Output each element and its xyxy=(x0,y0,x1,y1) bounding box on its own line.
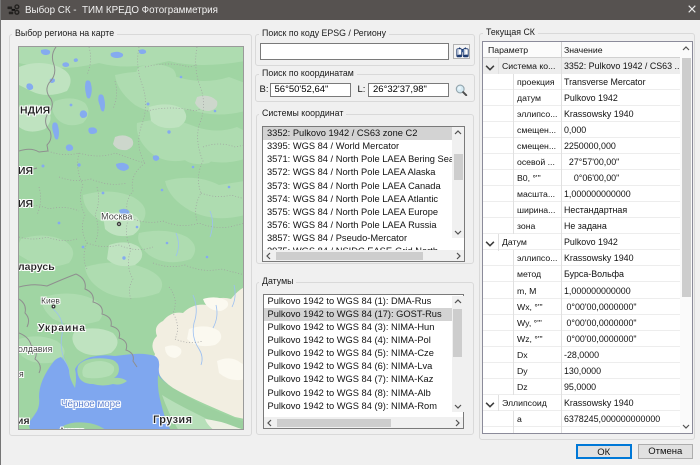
svg-text:я: я xyxy=(19,369,24,379)
svg-text:ларусь: ларусь xyxy=(19,261,55,273)
svg-text:ИЯ: ИЯ xyxy=(19,198,33,210)
svg-text:Киев: Киев xyxy=(41,296,60,306)
svg-text:НДИЯ: НДИЯ xyxy=(20,105,50,117)
svg-text:олдавия: олдавия xyxy=(19,344,52,354)
svg-text:Украина: Украина xyxy=(38,322,86,334)
svg-text:ИЯ: ИЯ xyxy=(19,165,33,177)
svg-text:Анапа: Анапа xyxy=(59,426,84,430)
svg-text:ия: ия xyxy=(19,415,30,427)
svg-text:Москва: Москва xyxy=(101,212,133,222)
svg-text:Чёрное море: Чёрное море xyxy=(61,399,121,410)
svg-text:Грузия: Грузия xyxy=(153,414,192,426)
